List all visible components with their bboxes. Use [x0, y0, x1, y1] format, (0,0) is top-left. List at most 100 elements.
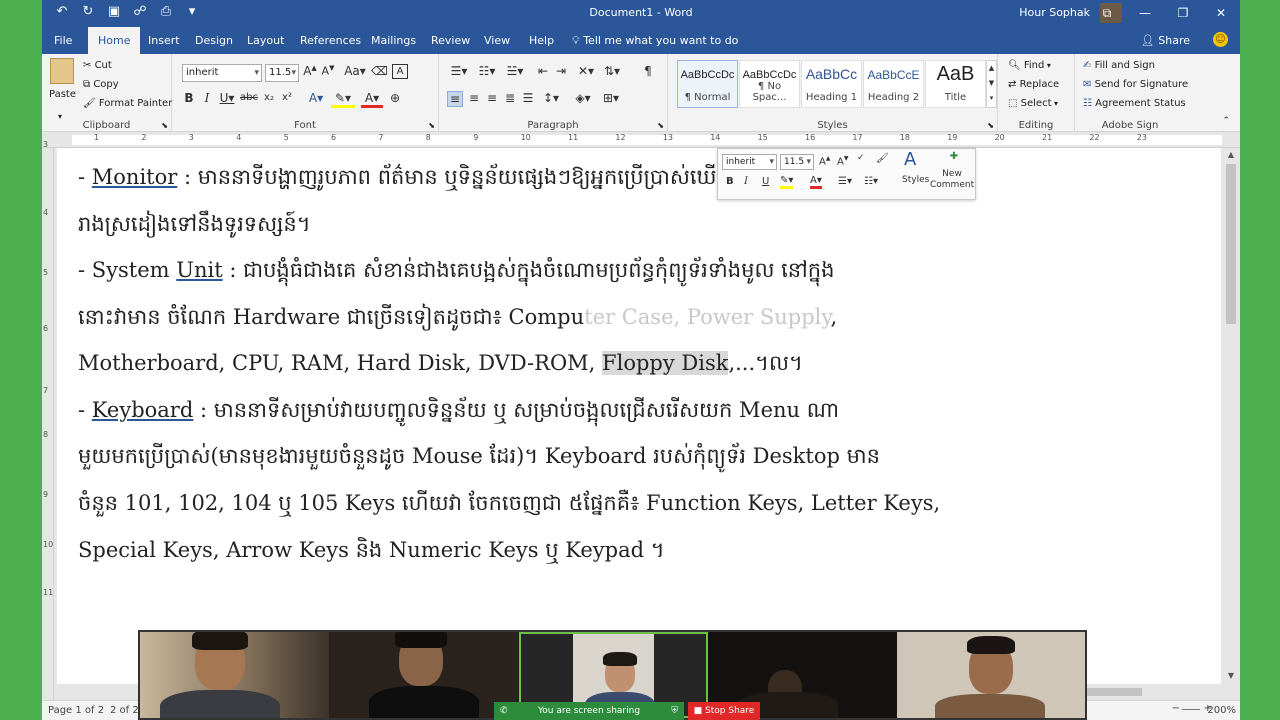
highlight-color-icon[interactable]: ✎▾ — [331, 91, 355, 108]
collapse-ribbon-icon[interactable]: ⌃ — [1222, 116, 1230, 126]
decrease-indent-icon[interactable]: ⇤ — [535, 64, 551, 78]
tell-me-search[interactable]: 💡︎ Tell me what you want to do — [572, 27, 738, 54]
restore-button[interactable]: ❐ — [1164, 0, 1202, 27]
close-button[interactable]: ✕ — [1202, 0, 1240, 27]
feedback-smiley-icon[interactable]: ☺ — [1213, 32, 1228, 47]
tab-insert[interactable]: Insert — [138, 27, 190, 54]
multilevel-list-icon[interactable]: ☱▾ — [503, 64, 527, 78]
user-name[interactable]: Hour Sophak — [1019, 6, 1090, 19]
minimize-button[interactable]: — — [1126, 0, 1164, 27]
shrink-font-icon[interactable]: A▼ — [321, 64, 335, 78]
numbering-icon[interactable]: ☷▾ — [475, 64, 499, 78]
styles-launcher-icon[interactable]: ⬊ — [987, 121, 994, 130]
copy-button[interactable]: ⧉ Copy — [83, 79, 119, 90]
mini-font-color-icon[interactable]: A▾ — [810, 175, 822, 189]
underline-icon[interactable]: U▾ — [218, 91, 236, 105]
fill-and-sign-button[interactable]: ✍︎ Fill and Sign — [1083, 60, 1155, 71]
clipboard-launcher-icon[interactable]: ⬊ — [161, 121, 168, 130]
tab-mailings[interactable]: Mailings — [361, 27, 426, 54]
cut-button[interactable]: ✂ Cut — [83, 60, 112, 71]
mini-bullets-icon[interactable]: ☰▾ — [838, 176, 852, 187]
participant-video[interactable] — [140, 632, 329, 718]
justify-icon[interactable]: ≣ — [502, 91, 518, 105]
format-painter-button[interactable]: 🖌︎ Format Painter — [83, 98, 172, 109]
font-name-box[interactable]: inherit — [182, 64, 262, 82]
replace-button[interactable]: ⇄ Replace — [1008, 79, 1059, 90]
tab-design[interactable]: Design — [185, 27, 243, 54]
align-center-icon[interactable]: ≡ — [466, 91, 482, 105]
mini-font-size-box[interactable]: 11.5 — [780, 154, 814, 170]
participant-video[interactable] — [329, 632, 519, 718]
ribbon-display-options-icon[interactable]: ⧉ — [1088, 0, 1126, 27]
font-size-box[interactable]: 11.5 — [265, 64, 299, 82]
share-button[interactable]: 👤︎ Share — [1141, 27, 1190, 54]
distributed-icon[interactable]: ☰ — [520, 91, 536, 105]
increase-indent-icon[interactable]: ⇥ — [553, 64, 569, 78]
new-comment-icon[interactable]: ✚ — [940, 151, 968, 162]
page-count[interactable]: Page 1 of 2 — [48, 705, 104, 716]
vertical-scrollbar[interactable]: ▲ ▼ — [1222, 148, 1240, 700]
tab-home[interactable]: Home — [88, 27, 141, 54]
select-button[interactable]: ⬚ Select ▾ — [1008, 98, 1058, 109]
zoom-level[interactable]: 200% — [1207, 705, 1236, 716]
mini-paintbrush-icon[interactable]: 🖌︎ — [876, 153, 889, 164]
character-border-icon[interactable]: A — [392, 64, 408, 79]
tab-references[interactable]: References — [290, 27, 371, 54]
paragraph-launcher-icon[interactable]: ⬊ — [657, 121, 664, 130]
participant-video[interactable] — [897, 632, 1085, 718]
mini-italic-icon[interactable]: I — [744, 176, 748, 187]
line-spacing-icon[interactable]: ↕▾ — [540, 91, 562, 105]
tab-help[interactable]: Help — [519, 27, 564, 54]
grow-font-icon[interactable]: A▲ — [303, 64, 317, 78]
paste-button[interactable]: Paste — [49, 89, 76, 100]
clear-formatting-icon[interactable]: ⌫ — [371, 64, 388, 78]
strikethrough-icon[interactable]: abc — [240, 92, 258, 103]
align-right-icon[interactable]: ≡ — [484, 91, 500, 105]
tab-layout[interactable]: Layout — [237, 27, 294, 54]
scroll-down-icon[interactable]: ▼ — [1222, 671, 1240, 680]
new-comment-label[interactable]: New Comment — [930, 169, 974, 191]
align-left-icon[interactable]: ≡ — [447, 91, 463, 107]
selected-text[interactable]: Floppy Disk — [602, 351, 729, 375]
mini-bold-icon[interactable]: B — [726, 176, 734, 187]
bold-icon[interactable]: B — [182, 91, 196, 105]
borders-icon[interactable]: ⊞▾ — [599, 91, 623, 105]
mini-numbering-icon[interactable]: ☷▾ — [864, 176, 878, 187]
find-button[interactable]: 🔍︎ Find ▾ — [1008, 60, 1051, 71]
tab-view[interactable]: View — [474, 27, 520, 54]
asian-layout-icon[interactable]: ✕▾ — [575, 64, 597, 78]
enclose-characters-icon[interactable]: ⊕ — [387, 91, 403, 105]
style-heading-2[interactable]: AaBbCcE Heading 2 — [863, 60, 924, 108]
styles-gallery-scroll[interactable]: ▲ ▼ ▾ — [986, 60, 997, 108]
superscript-icon[interactable]: x² — [279, 92, 295, 103]
mini-format-painter-icon[interactable]: ✓ — [857, 153, 865, 163]
mini-shrink-font-icon[interactable]: A▼ — [837, 155, 848, 167]
font-color-icon[interactable]: A▾ — [361, 91, 383, 108]
agreement-status-button[interactable]: ☷ Agreement Status — [1083, 98, 1186, 109]
zoom-out-icon[interactable]: − — [1172, 703, 1180, 714]
style-normal[interactable]: AaBbCcDc ¶ Normal — [677, 60, 738, 108]
show-marks-icon[interactable]: ¶ — [641, 64, 655, 78]
mini-underline-icon[interactable]: U — [762, 176, 769, 187]
mini-highlight-icon[interactable]: ✎▾ — [780, 175, 794, 189]
sort-icon[interactable]: ⇅▾ — [601, 64, 623, 78]
text-effects-icon[interactable]: A▾ — [305, 91, 327, 105]
paste-icon[interactable] — [50, 58, 74, 84]
italic-icon[interactable]: I — [200, 91, 214, 105]
stop-share-button[interactable]: ■ Stop Share — [688, 702, 760, 720]
vertical-scroll-thumb[interactable] — [1226, 164, 1236, 324]
style-heading-1[interactable]: AaBbCc Heading 1 — [801, 60, 862, 108]
subscript-icon[interactable]: x₂ — [261, 92, 277, 103]
tab-file[interactable]: File — [44, 27, 82, 54]
bullets-icon[interactable]: ☰▾ — [447, 64, 471, 78]
style-title[interactable]: AaB Title — [925, 60, 986, 108]
zoom-slider[interactable] — [1182, 709, 1200, 710]
style-no-spacing[interactable]: AaBbCcDc ¶ No Spac... — [739, 60, 800, 108]
change-case-icon[interactable]: Aa▾ — [343, 64, 367, 78]
send-for-signature-button[interactable]: ✉︎ Send for Signature — [1083, 79, 1188, 90]
mini-font-name-box[interactable]: inherit — [722, 154, 777, 170]
scroll-up-icon[interactable]: ▲ — [1222, 150, 1240, 159]
tab-review[interactable]: Review — [421, 27, 480, 54]
font-launcher-icon[interactable]: ⬊ — [428, 121, 435, 130]
mini-grow-font-icon[interactable]: A▲ — [819, 155, 830, 167]
